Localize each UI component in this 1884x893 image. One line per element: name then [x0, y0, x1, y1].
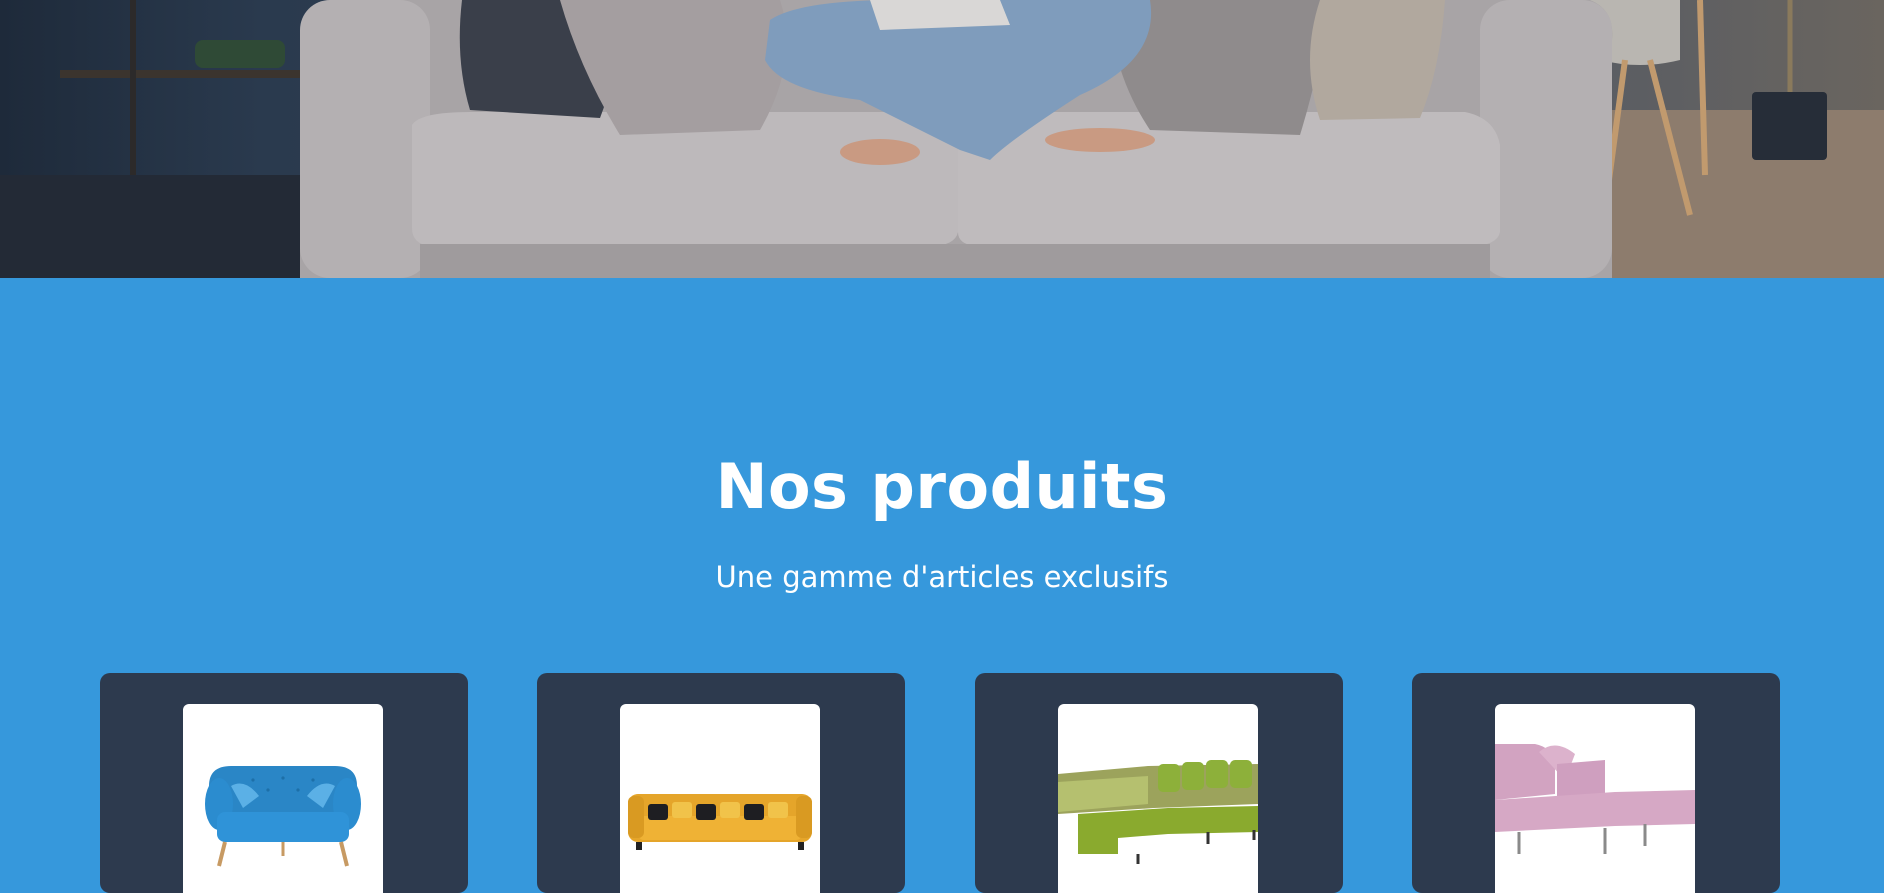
product-image[interactable]: [1495, 704, 1695, 893]
blue-loveseat-image: [205, 766, 361, 867]
products-section: Nos produits Une gamme d'articles exclus…: [0, 278, 1884, 893]
section-title: Nos produits: [715, 450, 1169, 523]
hero-banner-image: [0, 0, 1884, 278]
yellow-sofa-image: [628, 794, 812, 850]
product-image[interactable]: [620, 704, 820, 893]
pink-chaise-image: [1495, 744, 1695, 854]
product-card[interactable]: [537, 673, 905, 893]
product-card[interactable]: [1412, 673, 1780, 893]
product-card[interactable]: [975, 673, 1343, 893]
product-image[interactable]: [183, 704, 383, 893]
hero-sofa-photo: [0, 0, 1884, 278]
green-sectional-image: [1058, 760, 1258, 864]
section-subtitle: Une gamme d'articles exclusifs: [715, 560, 1169, 594]
product-card[interactable]: [100, 673, 468, 893]
product-image[interactable]: [1058, 704, 1258, 893]
